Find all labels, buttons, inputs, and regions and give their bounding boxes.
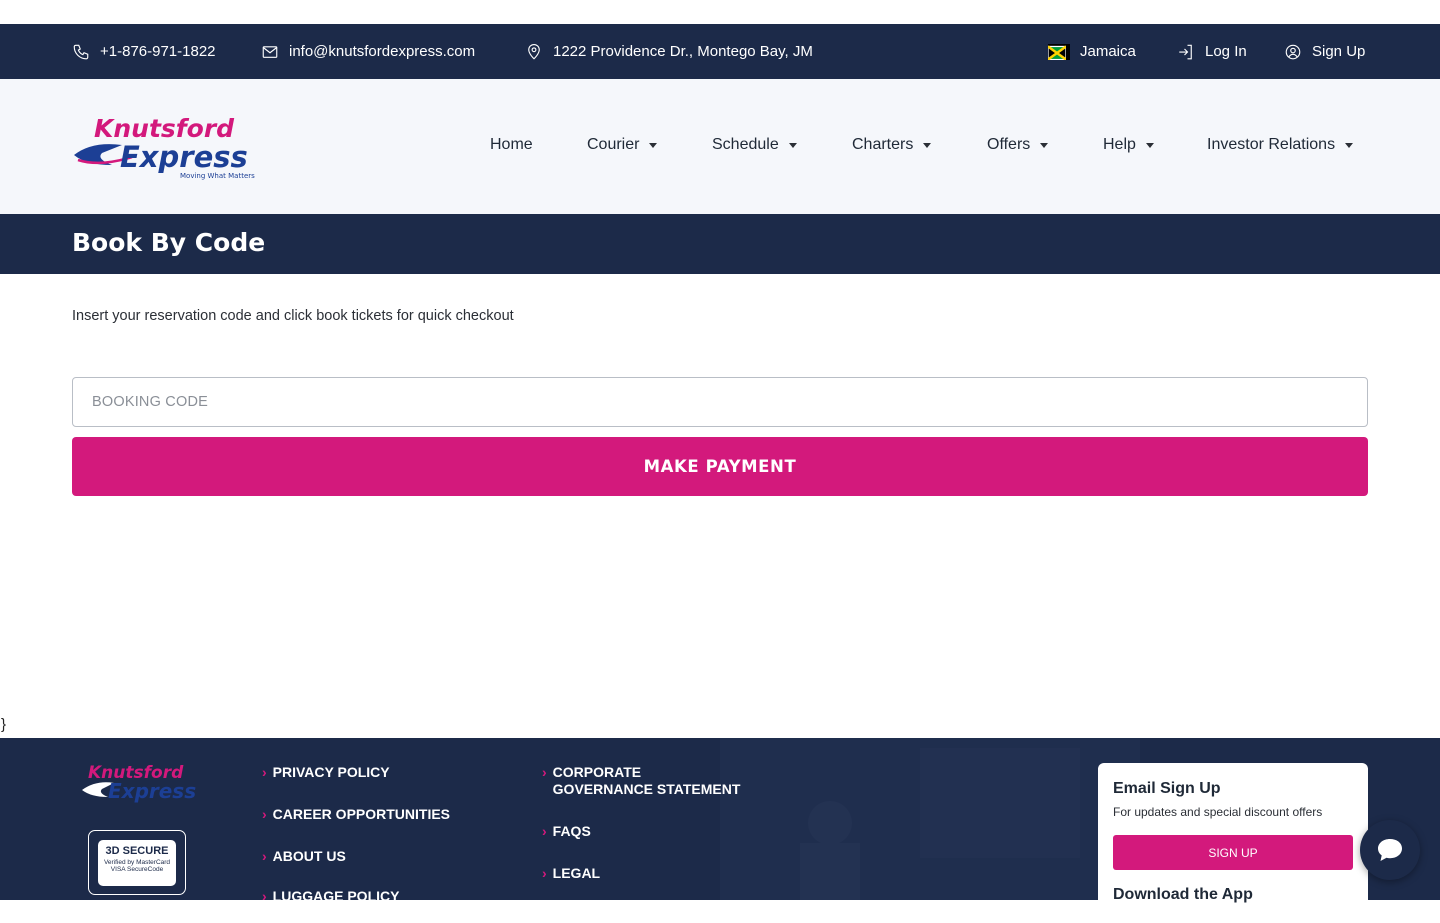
chevron-right-icon: › [542,823,547,839]
nav-help[interactable]: Help [1103,136,1154,154]
footer-link-about-us[interactable]: › ABOUT US [262,848,346,865]
svg-text:Express: Express [108,779,196,803]
stray-brace-text: } [1,716,7,733]
country-selector[interactable]: Jamaica [1048,24,1136,79]
footer-link-label: PRIVACY POLICY [272,764,390,780]
phone-link[interactable]: +1-876-971-1822 [72,24,216,79]
chat-bubble-icon [1378,839,1402,861]
nav-schedule[interactable]: Schedule [712,136,797,154]
footer-link-faqs[interactable]: › FAQS [542,823,591,840]
email-signup-button[interactable]: SIGN UP [1113,835,1353,870]
nav-investor-relations[interactable]: Investor Relations [1207,136,1354,154]
email-signup-card: Email Sign Up For updates and special di… [1098,763,1368,923]
footer-link-luggage-policy[interactable]: › LUGGAGE POLICY [262,888,399,900]
footer-link-label: LEGAL [552,865,601,881]
email-signup-title: Email Sign Up [1113,780,1221,797]
3d-secure-badge: 3D SECURE Verified by MasterCard VISA Se… [88,830,186,895]
svg-text:Moving What Matters: Moving What Matters [180,172,255,180]
contact-bar: +1-876-971-1822 info@knutsfordexpress.co… [0,24,1440,79]
page-title: Book By Code [72,228,266,257]
footer-link-corporate-governance[interactable]: › CORPORATE GOVERNANCE STATEMENT [542,764,742,798]
footer-link-career-opportunities[interactable]: › CAREER OPPORTUNITIES [262,806,450,823]
nav-investor-relations-label: Investor Relations [1207,136,1336,153]
footer-logo[interactable]: Knutsford Express [82,760,206,808]
signup-label: Sign Up [1312,43,1366,60]
chevron-right-icon: › [542,764,547,780]
footer-link-label: CAREER OPPORTUNITIES [272,806,451,822]
jamaica-flag-icon [1048,43,1070,60]
chevron-right-icon: › [262,888,267,900]
email-link[interactable]: info@knutsfordexpress.com [261,24,475,79]
chevron-right-icon: › [262,764,267,780]
email-address: info@knutsfordexpress.com [289,43,476,60]
chevron-down-icon [923,142,932,148]
phone-icon [73,44,89,59]
svg-text:Knutsford: Knutsford [94,114,235,143]
chevron-down-icon [649,142,658,148]
booking-code-input[interactable] [72,377,1368,427]
nav-help-label: Help [1103,136,1136,153]
chevron-down-icon [1040,142,1049,148]
chevron-right-icon: › [262,806,267,822]
chat-button[interactable] [1360,820,1420,880]
make-payment-button[interactable]: MAKE PAYMENT [72,437,1368,496]
chevron-down-icon [1345,142,1354,148]
signup-link[interactable]: Sign Up [1284,24,1365,79]
address-text: 1222 Providence Dr., Montego Bay, JM [553,43,813,60]
main-header: Knutsford Express Moving What Matters Ho… [0,79,1440,214]
chevron-down-icon [1145,142,1154,148]
mail-icon [262,45,278,58]
nav-charters-label: Charters [852,136,914,153]
instructions-text: Insert your reservation code and click b… [72,308,514,324]
country-label: Jamaica [1080,43,1136,60]
user-circle-icon [1285,44,1301,59]
3d-secure-title: 3D SECURE [105,845,169,857]
login-label: Log In [1205,43,1247,60]
nav-home-label: Home [490,136,533,153]
footer-link-label: ABOUT US [272,848,346,864]
nav-courier-label: Courier [587,136,640,153]
footer-link-label: FAQS [552,823,591,839]
svg-text:Express: Express [120,140,248,174]
footer-link-legal[interactable]: › LEGAL [542,865,600,882]
download-app-title: Download the App [1113,886,1253,903]
footer-background-image [720,738,1140,900]
nav-home[interactable]: Home [490,136,533,154]
nav-charters[interactable]: Charters [852,136,932,154]
nav-courier[interactable]: Courier [587,136,658,154]
top-strip [0,0,1440,24]
login-link[interactable]: Log In [1177,24,1247,79]
chevron-right-icon: › [262,848,267,864]
email-signup-subtitle: For updates and special discount offers [1113,805,1323,819]
footer-link-privacy-policy[interactable]: › PRIVACY POLICY [262,764,390,781]
3d-secure-subtitle: Verified by MasterCard VISA SecureCode [103,859,171,873]
address-link[interactable]: 1222 Providence Dr., Montego Bay, JM [525,24,813,79]
nav-offers-label: Offers [987,136,1031,153]
chevron-down-icon [788,142,797,148]
chevron-right-icon: › [542,865,547,881]
page-title-bar: Book By Code [0,214,1440,274]
brand-logo[interactable]: Knutsford Express Moving What Matters [72,113,268,181]
nav-schedule-label: Schedule [712,136,779,153]
footer-link-label: CORPORATE GOVERNANCE STATEMENT [552,764,741,797]
footer-link-label: LUGGAGE POLICY [272,888,400,900]
login-icon [1179,44,1192,59]
3d-secure-badge-inner: 3D SECURE Verified by MasterCard VISA Se… [98,840,176,886]
phone-number: +1-876-971-1822 [100,43,216,60]
location-pin-icon [528,43,540,60]
nav-offers[interactable]: Offers [987,136,1049,154]
